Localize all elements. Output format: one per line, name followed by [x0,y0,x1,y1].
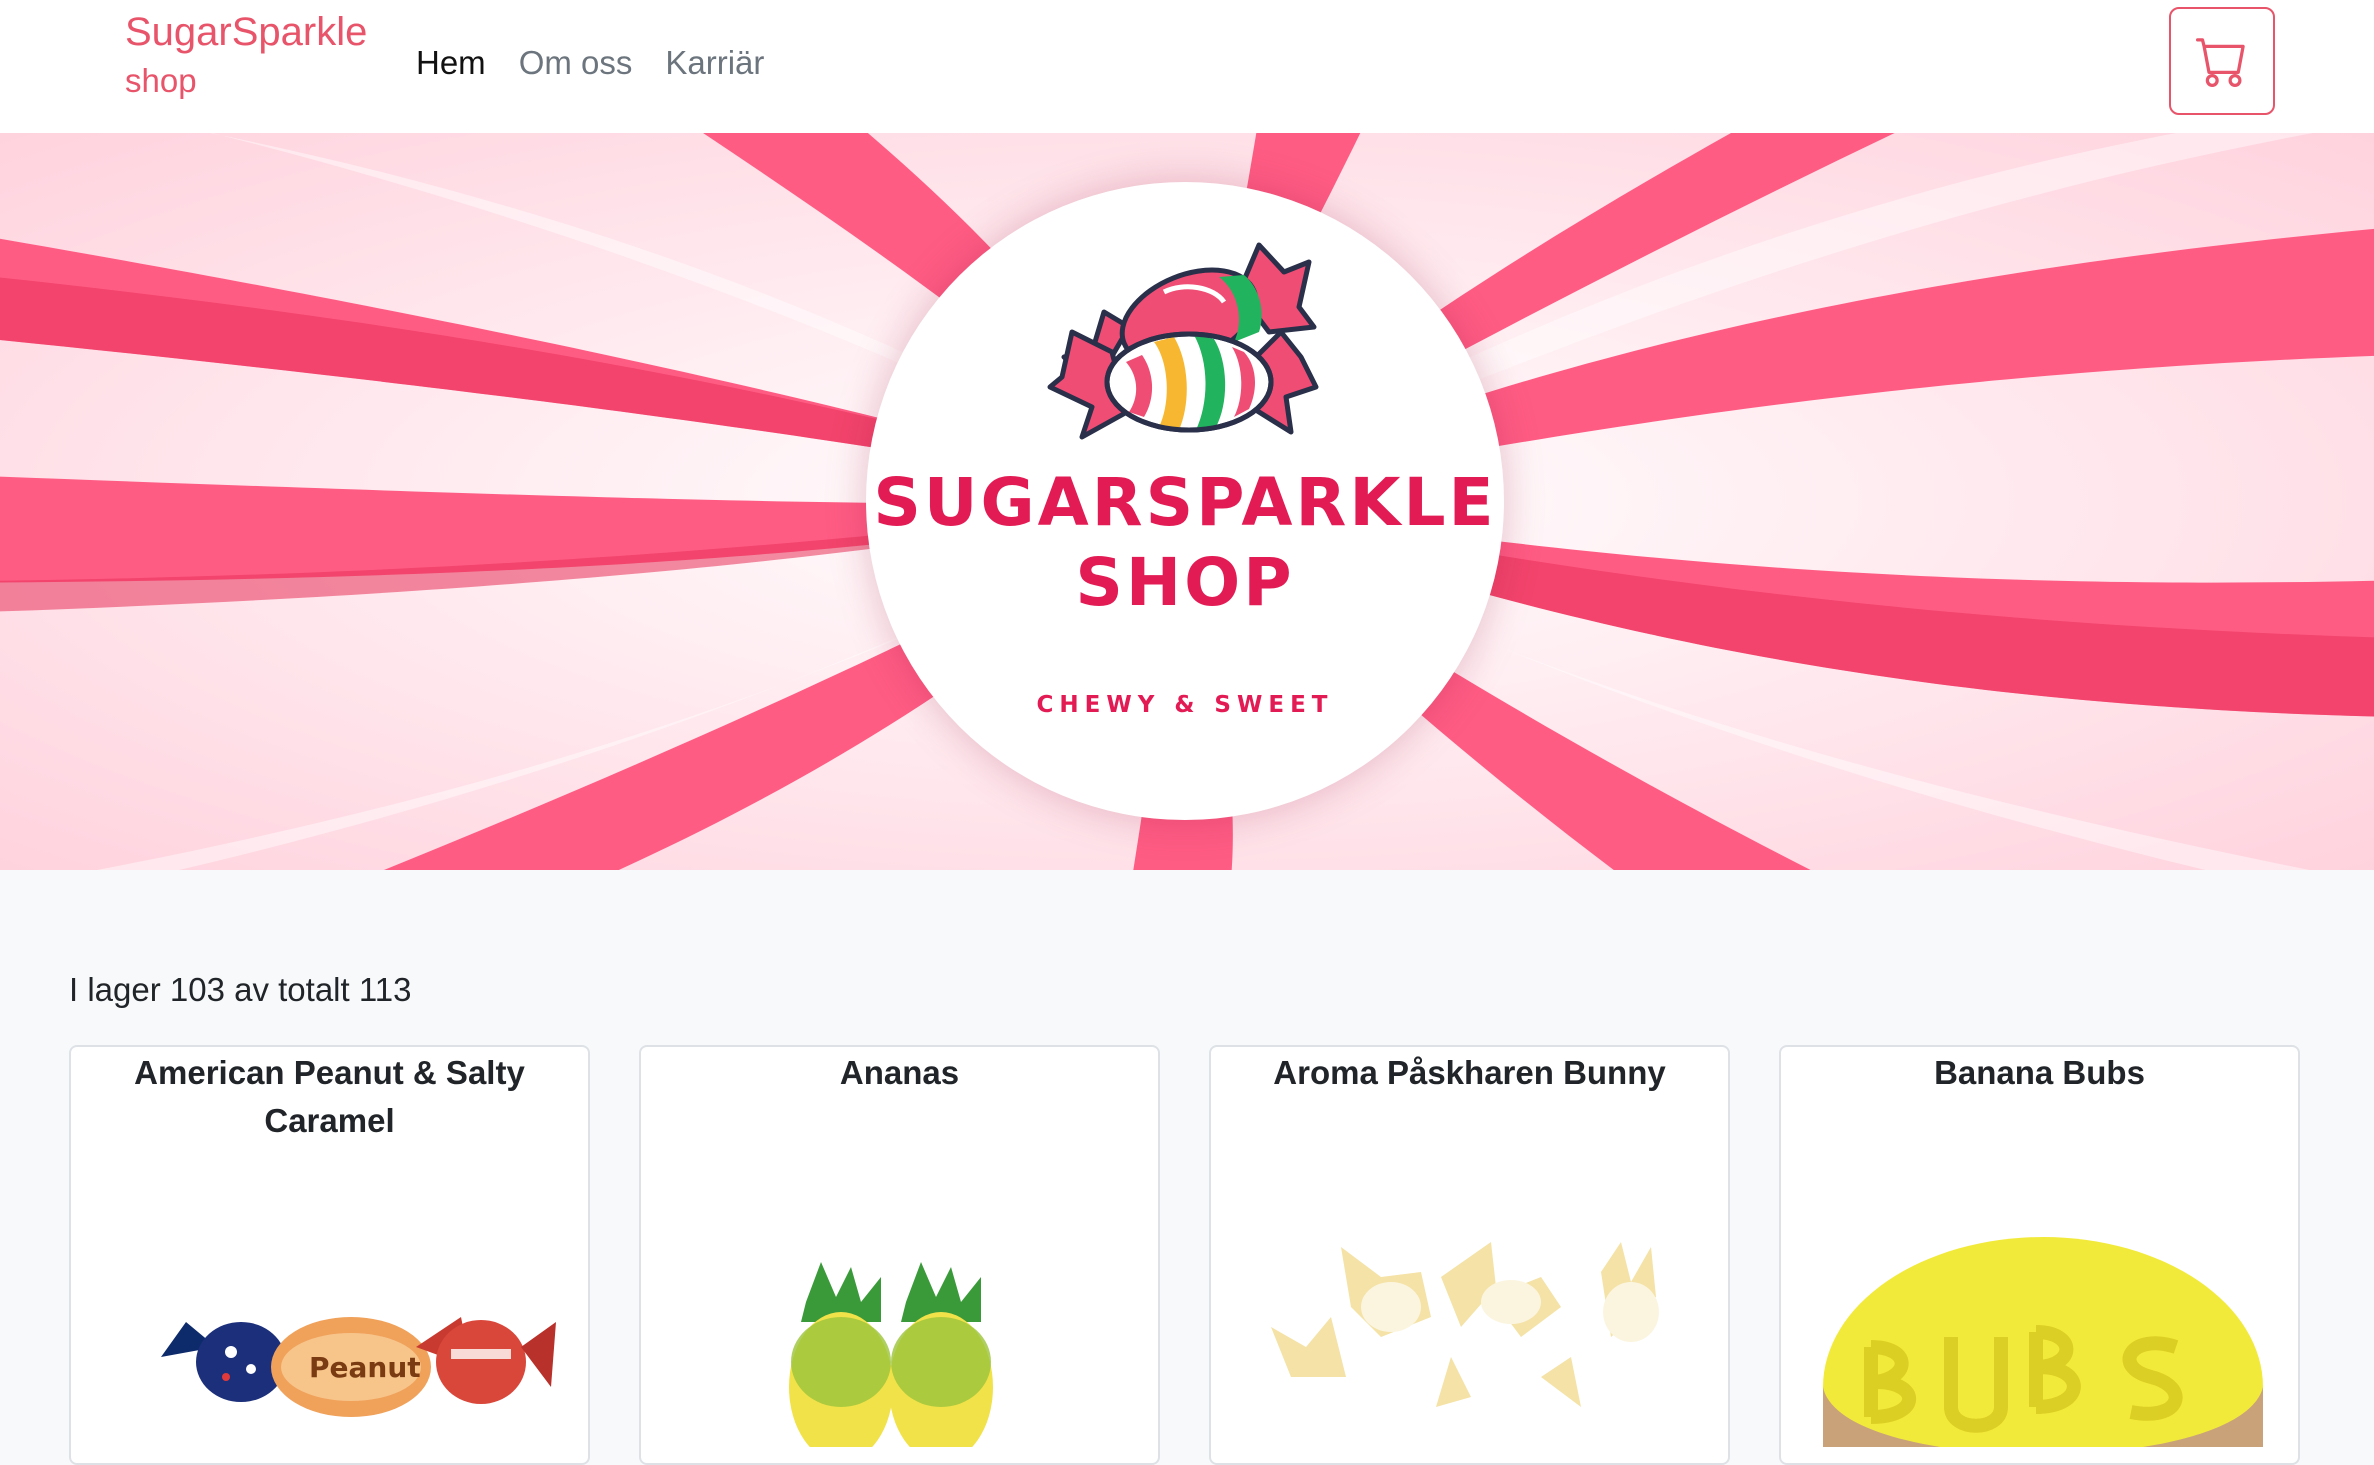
product-title: Ananas [839,1054,960,1091]
brand-name: SugarSparkle [125,10,368,54]
stock-count-text: I lager 103 av totalt 113 [69,971,412,1008]
nav-link-om-oss[interactable]: Om oss [519,40,633,85]
shopping-cart-icon [2196,38,2245,87]
brand-logo-link[interactable]: SugarSparkle shop [125,6,367,104]
product-card[interactable]: Banana Bubs [1779,1045,2300,1465]
top-navbar: SugarSparkle shop Hem Om oss Karriär [0,0,2374,133]
logo-subtitle: SHOP [1075,544,1295,621]
nav-link-karriar[interactable]: Karriär [665,40,764,85]
product-card[interactable]: Peanut American Peanut & Salty Caramel [69,1045,590,1465]
nav-link-hem[interactable]: Hem [416,40,486,85]
product-image [1823,1237,2263,1447]
logo-tagline: CHEWY & SWEET [1036,692,1334,718]
hero-banner: SUGARSPARKLE SHOP CHEWY & SWEET [0,133,2374,870]
product-title: American Peanut & Salty Caramel [134,1054,525,1139]
nav-links: Hem Om oss Karriär [416,40,797,85]
product-image [789,1262,993,1447]
product-title: Banana Bubs [1934,1054,2145,1091]
product-title: Aroma Påskharen Bunny [1273,1054,1666,1091]
product-card[interactable]: Ananas [639,1045,1160,1465]
cart-button[interactable] [2169,7,2275,115]
candy-icon [1047,242,1319,440]
logo-title: SUGARSPARKLE [873,464,1497,541]
svg-text:Peanut: Peanut [309,1351,421,1384]
product-card[interactable]: Aroma Påskharen Bunny [1209,1045,1730,1465]
shop-logo-circle: SUGARSPARKLE SHOP CHEWY & SWEET [866,182,1504,820]
product-image [1271,1242,1659,1407]
brand-subtitle: shop [125,62,197,99]
